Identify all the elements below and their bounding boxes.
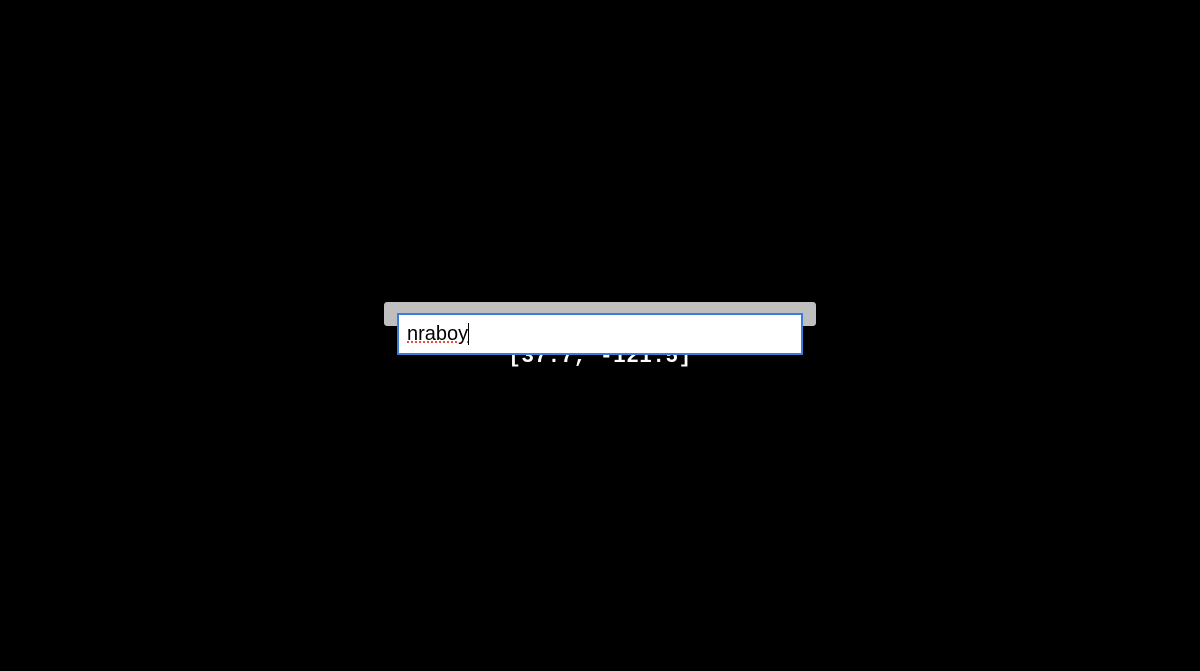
input-container: nraboy: [384, 302, 816, 326]
